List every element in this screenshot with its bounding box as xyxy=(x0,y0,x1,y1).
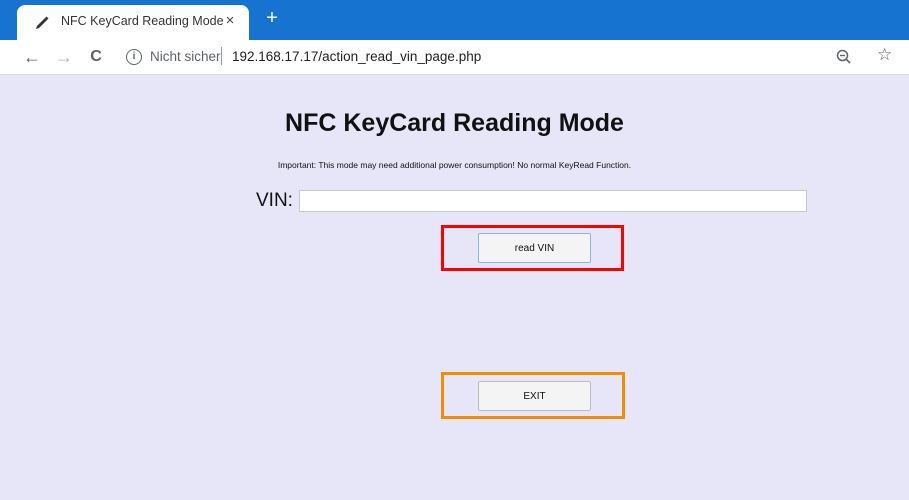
security-label: Nicht sicher xyxy=(150,49,221,64)
plus-icon[interactable]: + xyxy=(262,8,282,28)
url-separator xyxy=(221,47,222,65)
tab-title: NFC KeyCard Reading Mode xyxy=(61,14,224,28)
warning-text: Important: This mode may need additional… xyxy=(277,160,632,170)
browser-toolbar: ← → C i Nicht sicher 192.168.17.17/actio… xyxy=(0,40,909,75)
url-text[interactable]: 192.168.17.17/action_read_vin_page.php xyxy=(232,49,481,64)
browser-tab-strip: NFC KeyCard Reading Mode × + xyxy=(0,0,909,40)
page-content: NFC KeyCard Reading Mode Important: This… xyxy=(0,75,909,500)
reload-icon[interactable]: C xyxy=(86,47,106,67)
read-vin-button[interactable]: read VIN xyxy=(478,233,591,263)
pen-icon xyxy=(36,16,49,29)
browser-tab[interactable]: NFC KeyCard Reading Mode × xyxy=(17,5,249,40)
forward-arrow-icon[interactable]: → xyxy=(54,47,74,67)
exit-button[interactable]: EXIT xyxy=(478,381,591,411)
vin-input[interactable] xyxy=(299,190,807,212)
close-icon[interactable]: × xyxy=(221,12,239,30)
vin-label: VIN: xyxy=(256,190,293,211)
zoom-out-icon[interactable] xyxy=(835,48,853,66)
info-icon[interactable]: i xyxy=(126,49,142,65)
star-icon[interactable]: ☆ xyxy=(877,45,892,65)
page-title: NFC KeyCard Reading Mode xyxy=(285,109,624,137)
back-arrow-icon[interactable]: ← xyxy=(22,47,42,67)
address-bar[interactable]: i Nicht sicher 192.168.17.17/action_read… xyxy=(120,44,840,70)
